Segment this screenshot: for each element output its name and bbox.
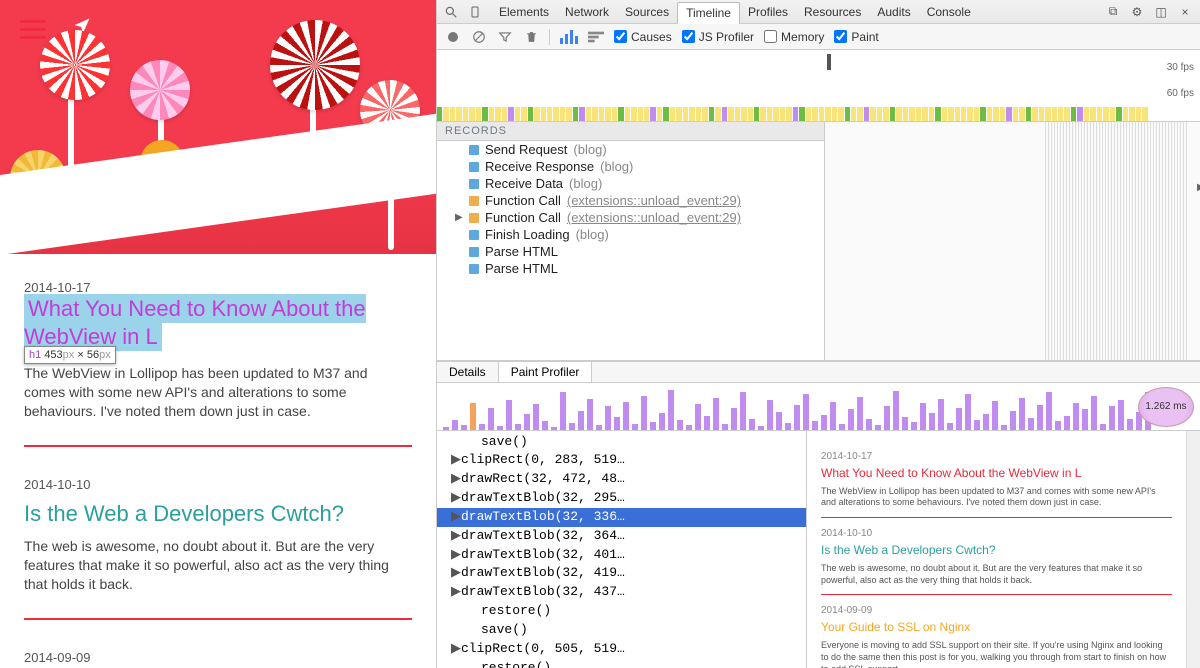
tab-profiles[interactable]: Profiles [740, 2, 796, 22]
preview-body: Everyone is moving to add SSL support on… [821, 640, 1172, 668]
paint-command-line[interactable]: ▶drawTextBlob(32, 364… [437, 527, 806, 546]
post-title-highlighted[interactable]: What You Need to Know About the WebView … [24, 294, 366, 351]
timeline-overview[interactable]: 30 fps 60 fps [437, 50, 1200, 122]
fps-60-label: 60 fps [1167, 88, 1194, 99]
preview-body: The WebView in Lollipop has been updated… [821, 486, 1172, 509]
paint-command-line[interactable]: ▶clipRect(0, 505, 519… [437, 640, 806, 659]
preview-title: Your Guide to SSL on Nginx [821, 620, 1172, 634]
tooltip-tag: h1 [29, 349, 41, 361]
check-memory[interactable]: Memory [764, 30, 824, 44]
paint-preview: 2014-10-17 What You Need to Know About t… [807, 431, 1186, 668]
divider [24, 618, 412, 620]
tab-audits[interactable]: Audits [869, 2, 918, 22]
view-flame-icon[interactable] [588, 29, 604, 45]
check-causes[interactable]: Causes [614, 30, 672, 44]
paint-command-line[interactable]: ▶drawTextBlob(32, 419… [437, 564, 806, 583]
tab-timeline[interactable]: Timeline [677, 2, 740, 24]
drawer-icon[interactable]: ⧉ [1104, 4, 1122, 19]
blog-page: 2014-10-17 What You Need to Know About t… [0, 0, 436, 668]
record-row[interactable]: Send Request (blog) [437, 141, 824, 158]
tab-paint-profiler[interactable]: Paint Profiler [498, 362, 593, 382]
settings-icon[interactable]: ⚙ [1128, 5, 1146, 19]
records-list: RECORDS Send Request (blog)Receive Respo… [437, 122, 825, 360]
tooltip-h: 56 [87, 349, 99, 361]
view-bars-icon[interactable] [560, 30, 578, 44]
filter-icon[interactable] [497, 29, 513, 45]
paint-command-line[interactable]: ▶drawTextBlob(32, 336… [437, 508, 806, 527]
flame-chart[interactable]: ▶ [825, 122, 1200, 360]
hero [0, 0, 436, 254]
element-dimensions-tooltip: h1 453px × 56px [24, 346, 116, 364]
post-title[interactable]: Is the Web a Developers Cwtch? [24, 500, 412, 528]
preview-date: 2014-10-10 [821, 528, 1172, 539]
record-row[interactable]: Function Call (extensions::unload_event:… [437, 192, 824, 209]
paint-total-badge: 1.262 ms [1138, 387, 1194, 427]
check-paint[interactable]: Paint [834, 30, 878, 44]
paint-command-line[interactable]: ▶drawRect(32, 472, 48… [437, 470, 806, 489]
paint-command-log[interactable]: save()▶clipRect(0, 283, 519…▶drawRect(32… [437, 431, 807, 668]
record-row[interactable]: ▶Function Call (extensions::unload_event… [437, 209, 824, 226]
divider [821, 594, 1172, 595]
inspect-icon[interactable] [443, 4, 459, 20]
tab-console[interactable]: Console [919, 2, 979, 22]
tab-resources[interactable]: Resources [796, 2, 869, 22]
paint-command-line[interactable]: ▶drawTextBlob(32, 295… [437, 489, 806, 508]
timeline-toolbar: Causes JS Profiler Memory Paint [437, 24, 1200, 50]
garbage-icon[interactable] [523, 29, 539, 45]
devtools-panel: Elements Network Sources Timeline Profil… [436, 0, 1200, 668]
record-row[interactable]: Receive Response (blog) [437, 158, 824, 175]
record-row[interactable]: Finish Loading (blog) [437, 226, 824, 243]
tab-network[interactable]: Network [557, 2, 617, 22]
devtools-tabstrip: Elements Network Sources Timeline Profil… [437, 0, 1200, 24]
clear-icon[interactable] [471, 29, 487, 45]
paint-command-line[interactable]: save() [437, 621, 806, 640]
paint-bar-chart[interactable]: 1.262 ms [437, 383, 1200, 431]
preview-date: 2014-09-09 [821, 605, 1172, 616]
detail-tabstrip: Details Paint Profiler [437, 361, 1200, 383]
post-date: 2014-09-09 [24, 650, 412, 665]
record-row[interactable]: Parse HTML [437, 260, 824, 277]
check-jsprofiler[interactable]: JS Profiler [682, 30, 754, 44]
records-header: RECORDS [437, 122, 824, 141]
paint-command-line[interactable]: save() [437, 433, 806, 452]
divider [821, 517, 1172, 518]
post-body: The web is awesome, no doubt about it. B… [24, 537, 412, 594]
device-icon[interactable] [467, 4, 483, 20]
blog-content: 2014-10-17 What You Need to Know About t… [0, 254, 436, 668]
paint-command-line[interactable]: ▶clipRect(0, 283, 519… [437, 451, 806, 470]
fps-30-label: 30 fps [1167, 62, 1194, 73]
paint-command-line[interactable]: ▶drawTextBlob(32, 437… [437, 583, 806, 602]
paint-command-line[interactable]: ▶drawTextBlob(32, 401… [437, 546, 806, 565]
record-row[interactable]: Parse HTML [437, 243, 824, 260]
overview-strip [437, 107, 1148, 121]
dock-icon[interactable]: ◫ [1152, 5, 1170, 19]
tab-details[interactable]: Details [437, 362, 498, 382]
divider [24, 445, 412, 447]
post-date: 2014-10-17 [24, 280, 412, 295]
tab-sources[interactable]: Sources [617, 2, 677, 22]
post-body: The WebView in Lollipop has been updated… [24, 364, 412, 421]
tooltip-w: 453 [44, 349, 62, 361]
post-date: 2014-10-10 [24, 477, 412, 492]
preview-title: Is the Web a Developers Cwtch? [821, 543, 1172, 557]
preview-title: What You Need to Know About the WebView … [821, 466, 1172, 480]
preview-date: 2014-10-17 [821, 451, 1172, 462]
record-row[interactable]: Receive Data (blog) [437, 175, 824, 192]
scrollbar[interactable] [1186, 431, 1200, 668]
paint-command-line[interactable]: restore() [437, 602, 806, 621]
preview-body: The web is awesome, no doubt about it. B… [821, 563, 1172, 586]
paint-command-line[interactable]: restore() [437, 659, 806, 668]
menu-icon[interactable] [20, 20, 46, 40]
tab-elements[interactable]: Elements [491, 2, 557, 22]
close-icon[interactable]: × [1176, 5, 1194, 19]
record-icon[interactable] [445, 29, 461, 45]
